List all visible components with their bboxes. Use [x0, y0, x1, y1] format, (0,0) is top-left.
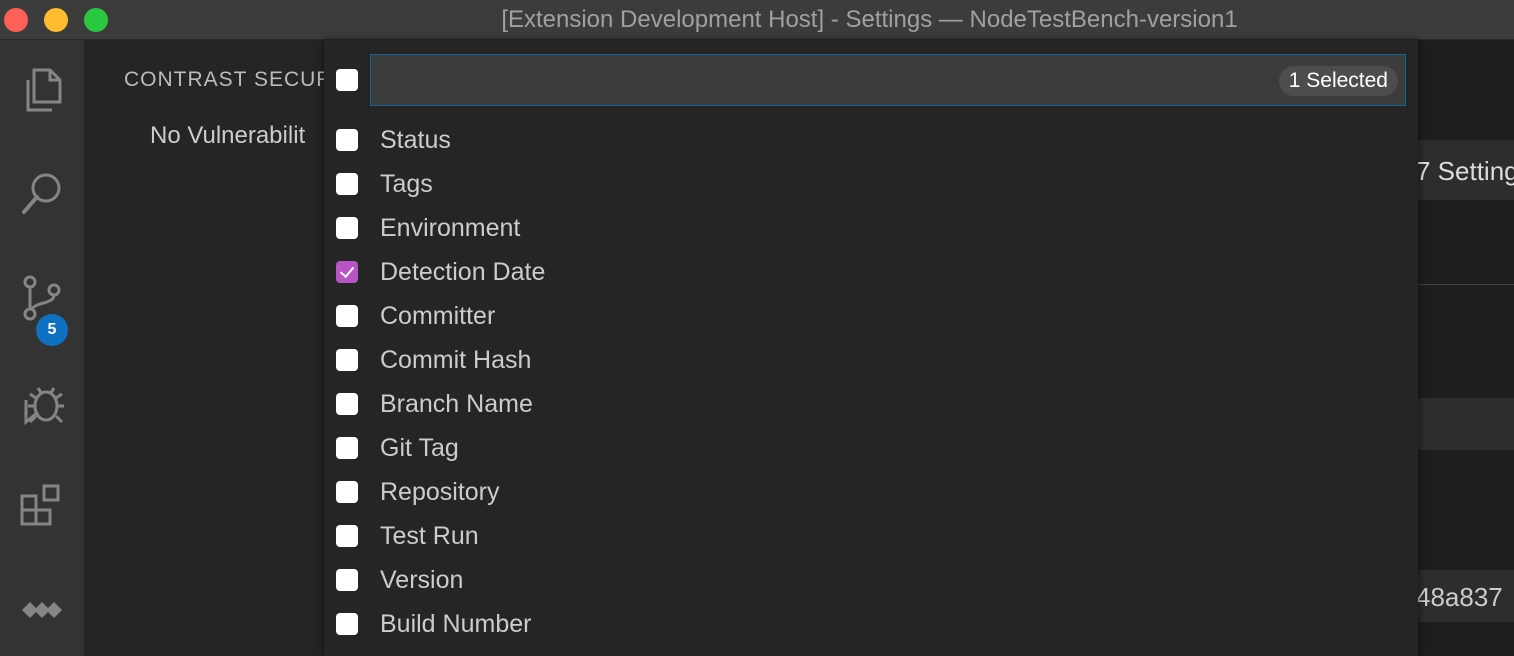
activity-bar: 5: [0, 40, 84, 656]
item-label: Test Run: [380, 522, 479, 550]
list-item[interactable]: Status: [324, 118, 1418, 162]
list-item[interactable]: Commit Hash: [324, 338, 1418, 382]
list-item[interactable]: Tags: [324, 162, 1418, 206]
activity-search[interactable]: [0, 152, 84, 236]
window-title: [Extension Development Host] - Settings …: [501, 6, 1238, 33]
item-label: Status: [380, 126, 451, 154]
contrast-logo-icon: [22, 602, 62, 618]
list-item[interactable]: Test Run: [324, 514, 1418, 558]
item-checkbox[interactable]: [336, 613, 358, 635]
activity-debug[interactable]: [0, 360, 84, 444]
item-label: Committer: [380, 302, 496, 330]
item-label: Commit Hash: [380, 346, 532, 374]
item-checkbox[interactable]: [336, 305, 358, 327]
item-checkbox[interactable]: [336, 525, 358, 547]
sidebar-title: CONTRAST SECUR: [124, 68, 333, 91]
sidebar-empty-message: No Vulnerabilit: [150, 122, 306, 149]
title-bar: [Extension Development Host] - Settings …: [0, 0, 1514, 40]
list-item[interactable]: Committer: [324, 294, 1418, 338]
list-item[interactable]: Detection Date: [324, 250, 1418, 294]
search-icon: [22, 173, 61, 214]
item-label: Detection Date: [380, 258, 546, 286]
item-label: Git Tag: [380, 434, 459, 462]
quick-pick: 1 Selected Status Tags Environment Detectio…: [324, 40, 1418, 656]
item-label: Version: [380, 566, 464, 594]
item-label: Build Number: [380, 610, 532, 638]
settings-row: [1418, 398, 1514, 450]
hash-fragment: 48a837: [1416, 582, 1503, 612]
item-checkbox[interactable]: [336, 217, 358, 239]
select-all-checkbox[interactable]: [336, 69, 358, 91]
files-icon: [26, 68, 62, 112]
settings-fragment: 7 Setting: [1416, 156, 1514, 186]
list-item[interactable]: Branch Name: [324, 382, 1418, 426]
list-item[interactable]: Environment: [324, 206, 1418, 250]
quick-pick-input[interactable]: [370, 54, 1406, 106]
item-checkbox[interactable]: [336, 569, 358, 591]
extensions-icon: [20, 484, 60, 526]
item-checkbox[interactable]: [336, 173, 358, 195]
activity-extensions[interactable]: [0, 464, 84, 548]
item-label: Tags: [380, 170, 433, 198]
item-label: Repository: [380, 478, 500, 506]
selected-count-badge: 1 Selected: [1278, 66, 1398, 96]
activity-explorer[interactable]: [0, 48, 84, 132]
list-item[interactable]: Build Number: [324, 602, 1418, 646]
list-item[interactable]: Repository: [324, 470, 1418, 514]
activity-contrast[interactable]: [0, 568, 84, 652]
divider: [1418, 284, 1514, 285]
quick-pick-header: 1 Selected: [324, 40, 1418, 120]
item-checkbox[interactable]: [336, 437, 358, 459]
item-checkbox[interactable]: [336, 129, 358, 151]
sidebar: CONTRAST SECUR No Vulnerabilit: [84, 40, 334, 656]
list-item[interactable]: Git Tag: [324, 426, 1418, 470]
debug-icon: [24, 387, 64, 426]
item-checkbox[interactable]: [336, 481, 358, 503]
list-item[interactable]: Version: [324, 558, 1418, 602]
source-control-badge: 5: [36, 314, 68, 346]
item-checkbox[interactable]: [336, 349, 358, 371]
item-label: Environment: [380, 214, 521, 242]
item-label: Branch Name: [380, 390, 533, 418]
item-checkbox[interactable]: [336, 393, 358, 415]
activity-source-control[interactable]: 5: [0, 256, 84, 346]
item-checkbox[interactable]: [336, 261, 358, 283]
